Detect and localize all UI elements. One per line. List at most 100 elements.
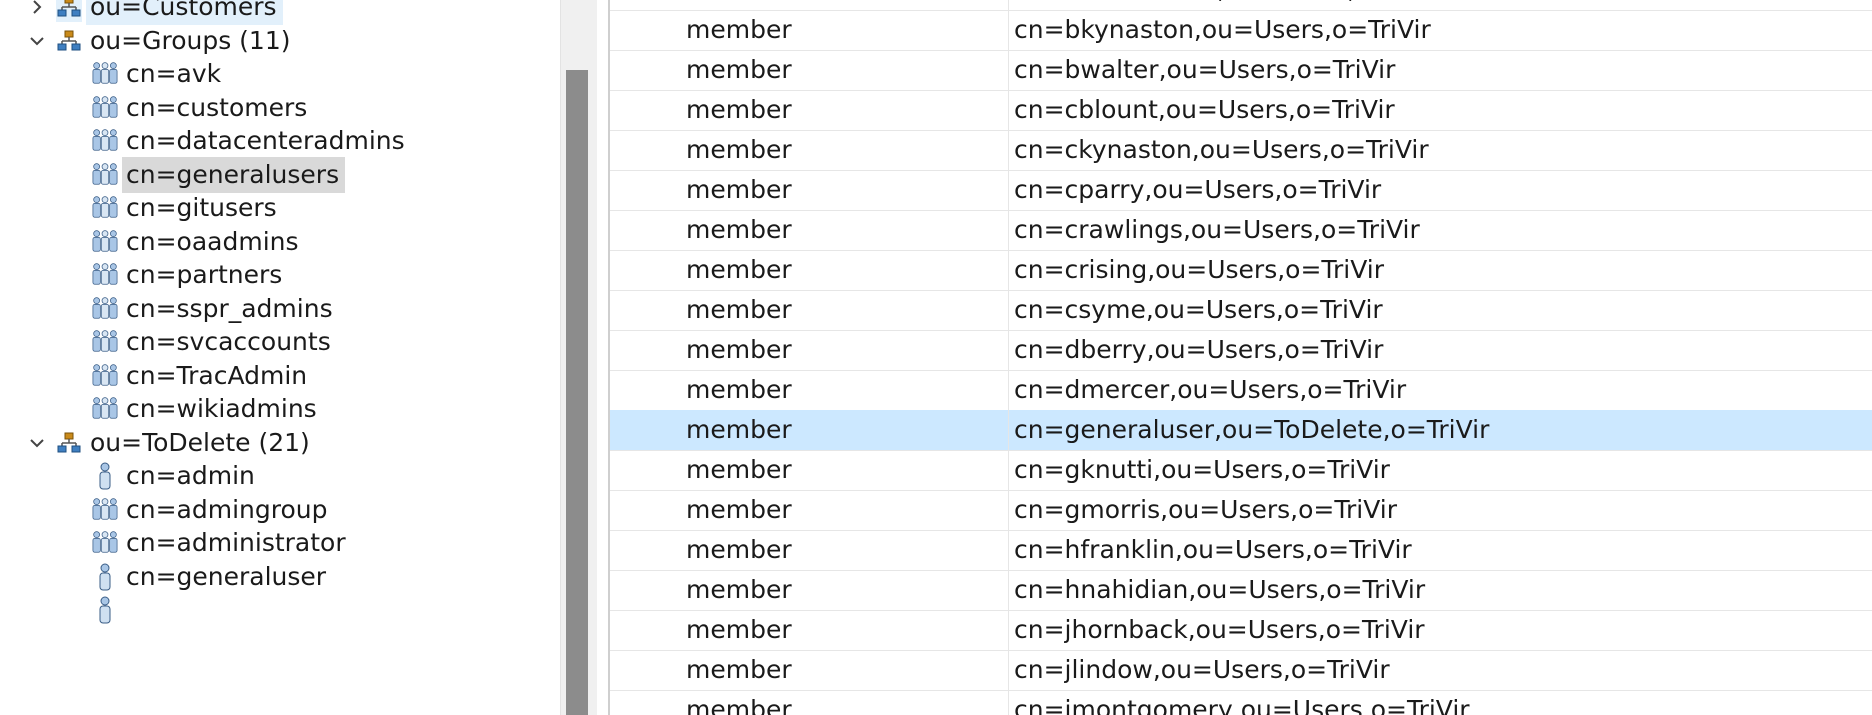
attribute-row[interactable]: member cn=hfranklin,ou=Users,o=TriVir: [610, 530, 1872, 571]
column-divider: [1008, 490, 1009, 530]
attribute-value-cell: cn=bkynaston,ou=Users,o=TriVir: [1014, 15, 1431, 44]
attribute-value-cell: cn=dberry,ou=Users,o=TriVir: [1014, 335, 1384, 364]
tree-scrollbar-thumb[interactable]: [566, 70, 588, 715]
attribute-row[interactable]: member cn=gknutti,ou=Users,o=TriVir: [610, 450, 1872, 491]
column-divider: [1008, 90, 1009, 130]
column-divider: [1008, 450, 1009, 490]
attribute-row[interactable]: member cn=crawlings,ou=Users,o=TriVir: [610, 210, 1872, 251]
attribute-name-cell: member: [686, 495, 792, 524]
group-icon: [92, 126, 118, 156]
attribute-row[interactable]: member cn=jmontgomery,ou=Users,o=TriVir: [610, 690, 1872, 715]
attribute-value-cell: cn=jhornback,ou=Users,o=TriVir: [1014, 615, 1425, 644]
attribute-value-cell: cn=bwalter,ou=Users,o=TriVir: [1014, 55, 1396, 84]
attribute-name-cell: member: [686, 15, 792, 44]
group-icon: [92, 361, 118, 391]
attribute-name-cell: member: [686, 655, 792, 684]
organizational-unit-icon: [56, 26, 82, 56]
column-divider: [1008, 250, 1009, 290]
attribute-value-cell: cn=cparry,ou=Users,o=TriVir: [1014, 175, 1382, 204]
group-icon: [92, 495, 118, 525]
attribute-name-cell: member: [686, 375, 792, 404]
column-divider: [1008, 290, 1009, 330]
attribute-row[interactable]: member cn=cblount,ou=Users,o=TriVir: [610, 90, 1872, 131]
attribute-row[interactable]: member cn=bwalter,ou=Users,o=TriVir: [610, 50, 1872, 91]
group-icon: [92, 227, 118, 257]
attribute-name-cell: member: [686, 535, 792, 564]
attribute-value-cell: cn=hfranklin,ou=Users,o=TriVir: [1014, 535, 1412, 564]
column-divider: [1008, 0, 1009, 10]
attribute-name-cell: member: [686, 415, 792, 444]
attribute-name-cell: member: [686, 455, 792, 484]
column-divider: [1008, 650, 1009, 690]
column-divider: [1008, 170, 1009, 210]
attribute-value-cell: cn=dmercer,ou=Users,o=TriVir: [1014, 375, 1407, 404]
attribute-row[interactable]: member cn=csyme,ou=Users,o=TriVir: [610, 290, 1872, 331]
attribute-row[interactable]: member cn=bkynaston,ou=Users,o=TriVir: [610, 10, 1872, 51]
group-icon: [92, 528, 118, 558]
column-divider: [1008, 330, 1009, 370]
attribute-value-cell: cn=generaluser,ou=ToDelete,o=TriVir: [1014, 415, 1490, 444]
attribute-row[interactable]: member cn=ckynaston,ou=Users,o=TriVir: [610, 130, 1872, 171]
attribute-row[interactable]: member cn=dmercer,ou=Users,o=TriVir: [610, 370, 1872, 411]
attribute-name-cell: member: [686, 0, 792, 10]
group-icon: [92, 193, 118, 223]
attribute-name-cell: member: [686, 55, 792, 84]
chevron-down-icon[interactable]: [26, 432, 48, 454]
attribute-name-cell: member: [686, 615, 792, 644]
column-divider: [1008, 10, 1009, 50]
attribute-value-cell: cn=jlindow,ou=Users,o=TriVir: [1014, 655, 1390, 684]
attribute-row[interactable]: member cn=gmorris,ou=Users,o=TriVir: [610, 490, 1872, 531]
attribute-value-cell: cn=jmontgomery,ou=Users,o=TriVir: [1014, 695, 1470, 715]
attribute-value-cell: cn=ckynaston,ou=Users,o=TriVir: [1014, 135, 1429, 164]
column-divider: [1008, 50, 1009, 90]
attribute-name-cell: member: [686, 255, 792, 284]
attribute-value-cell: cn=gmorris,ou=Users,o=TriVir: [1014, 495, 1397, 524]
organizational-unit-icon: [56, 428, 82, 458]
column-divider: [1008, 530, 1009, 570]
group-icon: [92, 327, 118, 357]
group-icon: [92, 93, 118, 123]
attribute-value-cell: cn=crawlings,ou=Users,o=TriVir: [1014, 215, 1420, 244]
column-divider: [1008, 410, 1009, 450]
attribute-name-cell: member: [686, 135, 792, 164]
attribute-row[interactable]: member cn=cparry,ou=Users,o=TriVir: [610, 170, 1872, 211]
attribute-name-cell: member: [686, 575, 792, 604]
group-icon: [92, 59, 118, 89]
attribute-table: membercn=bnevdomesi,ou=Users,o=TriVirmem…: [610, 0, 1872, 715]
chevron-down-icon[interactable]: [26, 30, 48, 52]
attribute-value-cell: cn=hnahidian,ou=Users,o=TriVir: [1014, 575, 1426, 604]
attribute-name-cell: member: [686, 215, 792, 244]
group-icon: [92, 160, 118, 190]
attribute-name-cell: member: [686, 295, 792, 324]
tree-node-user[interactable]: [0, 590, 560, 630]
attribute-name-cell: member: [686, 335, 792, 364]
column-divider: [1008, 610, 1009, 650]
attribute-value-cell: cn=csyme,ou=Users,o=TriVir: [1014, 295, 1383, 324]
attribute-row[interactable]: member cn=generaluser,ou=ToDelete,o=TriVi…: [610, 410, 1872, 451]
user-icon: [92, 461, 118, 491]
attribute-row[interactable]: member cn=jlindow,ou=Users,o=TriVir: [610, 650, 1872, 691]
group-icon: [92, 260, 118, 290]
attribute-value-cell: cn=crising,ou=Users,o=TriVir: [1014, 255, 1385, 284]
attribute-value-cell: cn=cblount,ou=Users,o=TriVir: [1014, 95, 1395, 124]
organizational-unit-icon: [56, 0, 82, 22]
directory-tree: ou=Customers ou=Groups (11) cn=avk cn=custo…: [0, 0, 560, 715]
attribute-row[interactable]: member cn=dberry,ou=Users,o=TriVir: [610, 330, 1872, 371]
column-divider: [1008, 130, 1009, 170]
column-divider: [1008, 210, 1009, 250]
chevron-right-icon[interactable]: [26, 0, 48, 18]
attribute-name-cell: member: [686, 175, 792, 204]
column-divider: [1008, 690, 1009, 715]
attribute-value-cell: cn=gknutti,ou=Users,o=TriVir: [1014, 455, 1390, 484]
column-divider: [1008, 570, 1009, 610]
column-divider: [1008, 370, 1009, 410]
attribute-name-cell: member: [686, 695, 792, 715]
attribute-row[interactable]: member cn=crising,ou=Users,o=TriVir: [610, 250, 1872, 291]
user-icon: [92, 562, 118, 592]
attribute-row[interactable]: member cn=jhornback,ou=Users,o=TriVir: [610, 610, 1872, 651]
group-icon: [92, 294, 118, 324]
group-icon: [92, 394, 118, 424]
attribute-name-cell: member: [686, 95, 792, 124]
attribute-value-cell: cn=bnevdomesi,ou=Users,o=TriVir: [1014, 0, 1454, 10]
attribute-row[interactable]: member cn=hnahidian,ou=Users,o=TriVir: [610, 570, 1872, 611]
